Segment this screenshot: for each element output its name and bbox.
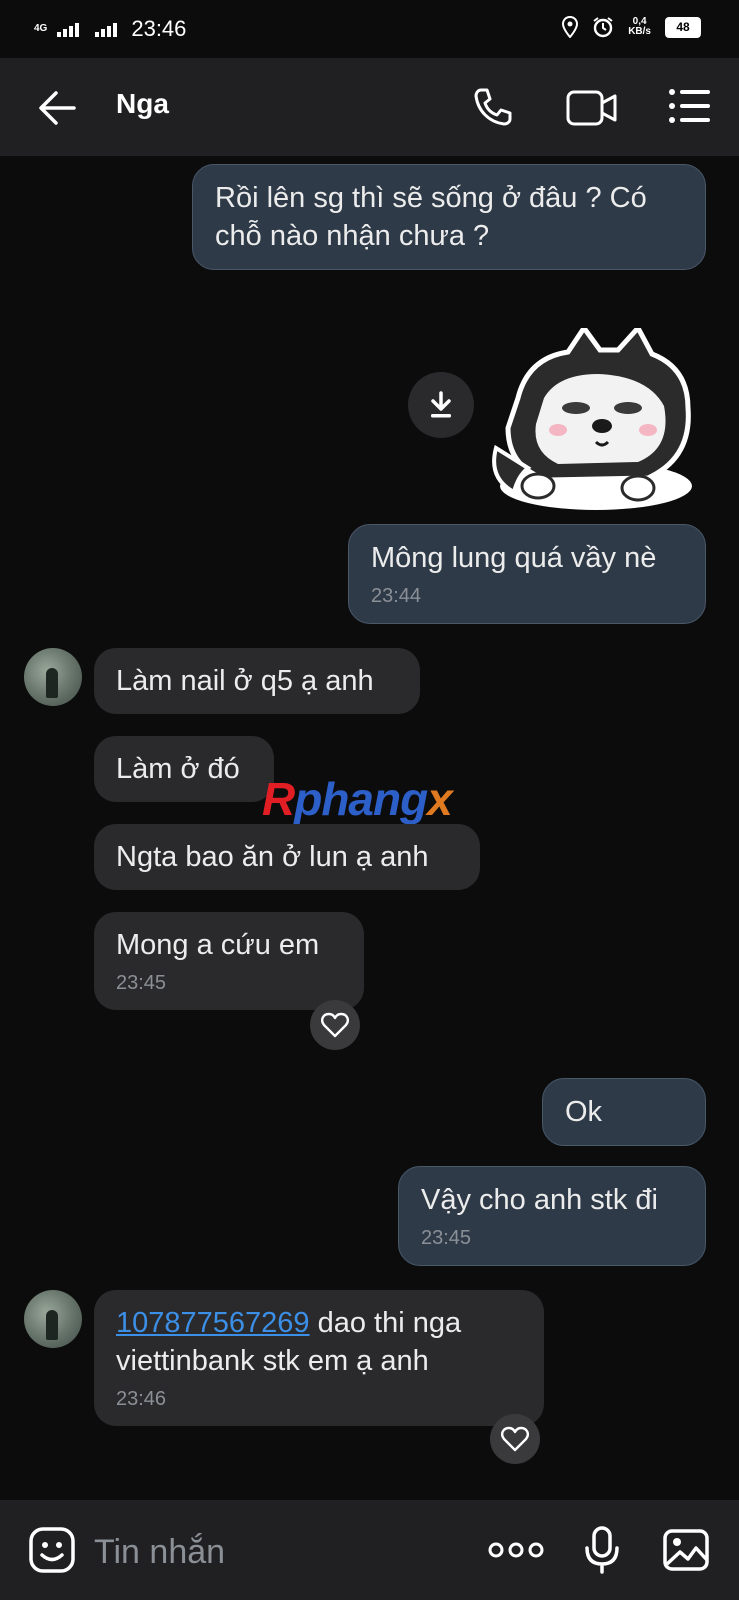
heart-icon <box>321 1012 349 1038</box>
location-icon <box>562 16 579 38</box>
image-gallery-icon[interactable] <box>662 1528 710 1572</box>
message-text: Ngta bao ăn ở lun ạ anh <box>116 841 429 873</box>
message-bubble-outgoing[interactable]: Ok <box>542 1078 706 1146</box>
message-text: Ok <box>565 1096 603 1128</box>
message-bubble-incoming[interactable]: Ngta bao ăn ở lun ạ anh <box>94 824 480 890</box>
avatar-figure <box>46 1310 58 1340</box>
message-composer <box>0 1500 739 1600</box>
network-type: 4G <box>34 23 48 34</box>
message-time: 23:44 <box>371 585 422 607</box>
clock: 23:46 <box>131 16 187 41</box>
message-bubble-outgoing[interactable]: Rồi lên sg thì sẽ sống ở đâu ? Có chỗ nà… <box>192 164 706 270</box>
watermark-logo: Rphangx <box>262 772 453 826</box>
message-text-line2: viettinbank stk em ạ anh <box>116 1345 429 1377</box>
contact-avatar[interactable] <box>24 648 82 706</box>
battery-icon: 48 <box>665 16 701 38</box>
status-left: 4G 23:46 <box>34 16 186 42</box>
message-text: dao thi nga <box>309 1307 462 1339</box>
status-bar: 4G 23:46 0,4 KB/s 48 <box>0 0 739 58</box>
net-speed-unit: KB/s <box>628 26 651 37</box>
message-input[interactable] <box>94 1530 454 1574</box>
avatar-figure <box>46 668 58 698</box>
download-button[interactable] <box>408 372 474 438</box>
signal-icon <box>57 23 80 37</box>
message-bubble-incoming[interactable]: Làm nail ở q5 ạ anh <box>94 648 420 714</box>
back-arrow-icon[interactable] <box>36 88 78 128</box>
message-time: 23:45 <box>116 972 167 994</box>
message-bubble-outgoing[interactable]: Mông lung quá vầy nè 23:44 <box>348 524 706 624</box>
message-text: Rồi lên sg thì sẽ sống ở đâu ? Có chỗ nà… <box>215 182 647 252</box>
message-time: 23:45 <box>421 1227 472 1249</box>
emoji-icon[interactable] <box>28 1526 76 1574</box>
download-icon <box>431 391 451 418</box>
message-bubble-incoming[interactable]: Làm ở đó <box>94 736 274 802</box>
video-call-icon[interactable] <box>566 88 618 128</box>
status-right: 0,4 KB/s 48 <box>562 16 701 38</box>
message-text: Làm nail ở q5 ạ anh <box>116 665 374 697</box>
watermark-part3: x <box>427 773 453 825</box>
message-text: Mông lung quá vầy nè <box>371 542 657 574</box>
husky-dog-sticker[interactable] <box>488 328 704 512</box>
message-text: Vậy cho anh stk đi <box>421 1184 658 1216</box>
message-bubble-incoming[interactable]: Mong a cứu em 23:45 <box>94 912 364 1010</box>
menu-icon[interactable] <box>668 88 712 124</box>
account-number-link[interactable]: 107877567269 <box>116 1307 310 1339</box>
more-options-icon[interactable] <box>488 1540 544 1560</box>
message-bubble-incoming[interactable]: 107877567269 dao thi nga viettinbank stk… <box>94 1290 544 1426</box>
message-time: 23:46 <box>116 1388 167 1410</box>
watermark-part2: phang <box>294 773 428 825</box>
react-heart-button[interactable] <box>490 1414 540 1464</box>
message-bubble-outgoing[interactable]: Vậy cho anh stk đi 23:45 <box>398 1166 706 1266</box>
message-text: Mong a cứu em <box>116 929 320 961</box>
message-text: Làm ở đó <box>116 753 240 785</box>
react-heart-button[interactable] <box>310 1000 360 1050</box>
heart-icon <box>501 1426 529 1452</box>
phone-icon[interactable] <box>472 86 514 128</box>
contact-avatar[interactable] <box>24 1290 82 1348</box>
chat-header: Nga <box>0 58 739 156</box>
signal-icon-2 <box>95 23 118 37</box>
contact-name[interactable]: Nga <box>116 88 169 120</box>
microphone-icon[interactable] <box>584 1526 620 1574</box>
alarm-icon <box>593 17 613 38</box>
net-speed: 0,4 KB/s <box>628 17 651 37</box>
watermark-part1: R <box>262 773 295 825</box>
